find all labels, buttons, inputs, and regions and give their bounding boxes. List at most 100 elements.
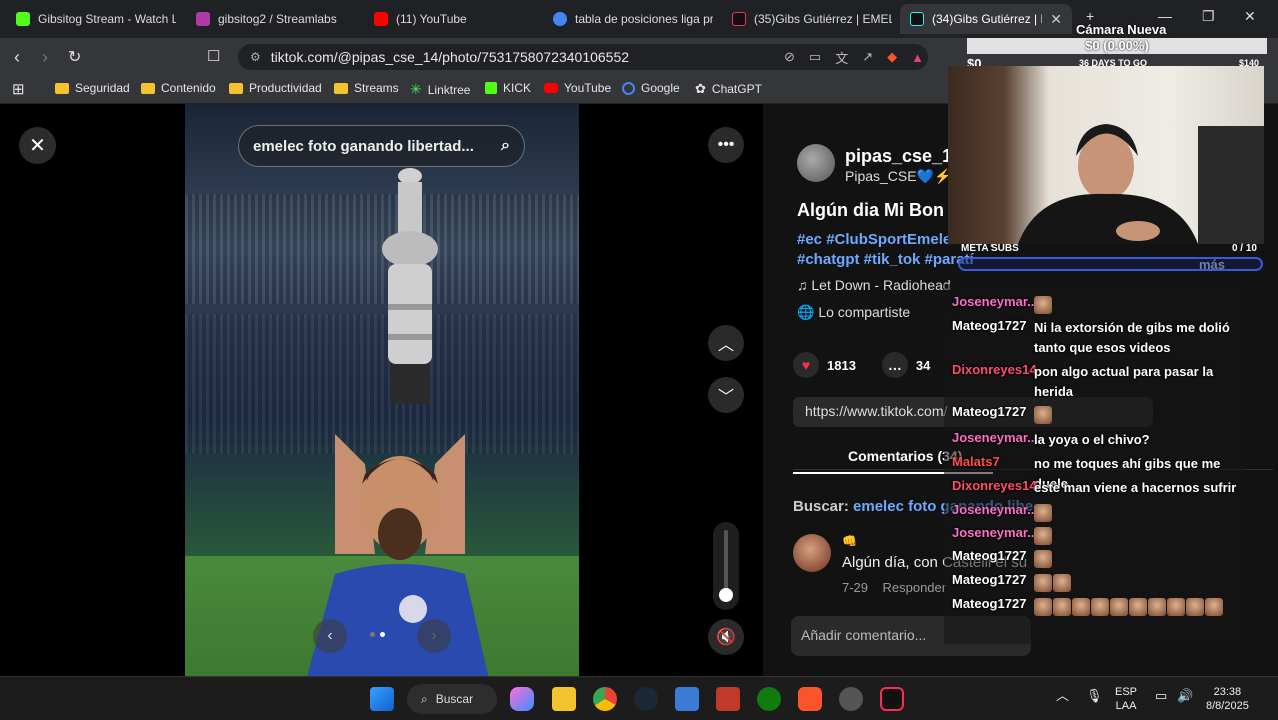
- chat-emote-icon: [1053, 573, 1071, 592]
- reply-link[interactable]: Responder: [882, 580, 946, 595]
- prev-post-button[interactable]: ︿: [708, 325, 744, 361]
- tab-google-search[interactable]: tabla de posiciones liga pr: [543, 4, 723, 34]
- close-viewer-button[interactable]: ✕: [19, 127, 56, 164]
- search-icon: ⌕: [501, 137, 510, 154]
- commenter-avatar[interactable]: [793, 534, 831, 572]
- back-icon[interactable]: ‹: [14, 47, 20, 68]
- author-username[interactable]: pipas_cse_14: [845, 146, 962, 167]
- xbox-icon[interactable]: [757, 687, 781, 711]
- bookmark-chatgpt[interactable]: ✿ ChatGPT: [695, 81, 762, 97]
- chrome-icon[interactable]: [593, 687, 617, 711]
- no-tracking-icon[interactable]: ⊘: [784, 49, 795, 65]
- carousel-prev-button[interactable]: ‹: [313, 619, 347, 653]
- brave-browser-icon[interactable]: [798, 687, 822, 711]
- bookmark-linktree[interactable]: ✳ Linktree: [410, 81, 470, 98]
- language-indicator[interactable]: ESP LAA: [1115, 685, 1137, 713]
- bookmark-folder-streams[interactable]: Streams: [334, 81, 399, 95]
- tab-streamlabs[interactable]: gibsitog2 / Streamlabs: [186, 4, 366, 34]
- chat-username[interactable]: Mateog1727: [952, 318, 1026, 333]
- tab-tiktok-1[interactable]: (35)Gibs Gutiérrez | EMELE: [722, 4, 902, 34]
- comment-count: 34: [915, 357, 931, 373]
- network-icon[interactable]: ▭: [1155, 689, 1167, 703]
- snipping-tool-icon[interactable]: [716, 687, 740, 711]
- volume-knob[interactable]: [719, 588, 733, 602]
- chevron-right-icon: ›: [431, 627, 437, 644]
- mute-button[interactable]: 🔇: [708, 619, 744, 655]
- obs-icon[interactable]: [839, 687, 863, 711]
- start-menu-icon[interactable]: [370, 687, 394, 711]
- comment-button[interactable]: … 34: [881, 352, 931, 378]
- photo-search-pill[interactable]: emelec foto ganando libertad... ⌕: [238, 125, 525, 167]
- avatar[interactable]: [797, 144, 835, 182]
- chat-username[interactable]: Dixonreyes14: [952, 362, 1037, 377]
- clock[interactable]: 23:38 8/8/2025: [1206, 685, 1249, 713]
- tiktok-app-icon[interactable]: [880, 687, 904, 711]
- translate-icon[interactable]: 文: [835, 48, 848, 67]
- heart-icon: ♥: [793, 352, 819, 378]
- chevron-up-icon[interactable]: ︿: [1056, 689, 1069, 703]
- calculator-icon[interactable]: [675, 687, 699, 711]
- tab-tiktok-active[interactable]: (34)Gibs Gutiérrez | EM ✕: [900, 4, 1072, 34]
- bookmark-kick[interactable]: KICK: [485, 81, 531, 95]
- related-search-prefix: Buscar:: [793, 498, 849, 515]
- tab-title: tabla de posiciones liga pr: [575, 12, 713, 26]
- volume-icon[interactable]: 🔊: [1177, 689, 1193, 703]
- bookmark-folder-contenido[interactable]: Contenido: [141, 81, 216, 95]
- site-info-icon[interactable]: ⚙: [250, 50, 261, 64]
- bookmark-google[interactable]: Google: [622, 81, 680, 95]
- subs-goal: META SUBS 0 / 10 más: [958, 243, 1263, 272]
- chat-username[interactable]: Malats7: [952, 454, 1000, 469]
- steam-icon[interactable]: [634, 687, 658, 711]
- chat-username[interactable]: Joseneymar...: [952, 294, 1038, 309]
- chat-text: la yoya o el chivo?: [1034, 432, 1150, 447]
- share-icon[interactable]: ↗: [862, 49, 873, 65]
- bookmark-folder-productividad[interactable]: Productividad: [229, 81, 322, 95]
- bookmark-folder-seguridad[interactable]: Seguridad: [55, 81, 130, 95]
- chat-emote-icon: [1167, 597, 1185, 616]
- chat-username[interactable]: Mateog1727: [952, 596, 1026, 611]
- trophy-image: [382, 168, 438, 404]
- post-caption: Algún dia Mi Bon: [797, 200, 944, 220]
- forward-icon[interactable]: ›: [42, 47, 48, 68]
- file-explorer-icon[interactable]: [552, 687, 576, 711]
- chat-username[interactable]: Mateog1727: [952, 572, 1026, 587]
- reload-icon[interactable]: ↻: [68, 47, 81, 67]
- copilot-icon[interactable]: [510, 687, 534, 711]
- close-window-icon[interactable]: ✕: [1244, 8, 1256, 25]
- post-photo[interactable]: emelec foto ganando libertad... ⌕ ‹ ›: [185, 104, 579, 676]
- like-button[interactable]: ♥ 1813: [793, 352, 856, 378]
- shared-indicator: 🌐 Lo compartiste: [797, 304, 910, 321]
- address-bar[interactable]: ⚙ tiktok.com/@pipas_cse_14/photo/7531758…: [238, 44, 928, 70]
- more-link[interactable]: más: [1199, 257, 1225, 272]
- bookmark-label: YouTube: [564, 81, 612, 95]
- chat-username[interactable]: Dixonreyes14: [952, 478, 1037, 493]
- tab-youtube[interactable]: (11) YouTube: [364, 4, 544, 34]
- more-options-button[interactable]: •••: [708, 127, 744, 163]
- next-post-button[interactable]: ﹀: [708, 377, 744, 413]
- music-link[interactable]: ♫ Let Down - Radiohead: [797, 277, 951, 293]
- close-tab-icon[interactable]: ✕: [1050, 11, 1062, 28]
- chat-username[interactable]: Joseneymar...: [952, 525, 1038, 540]
- bookmark-icon[interactable]: ☐: [207, 47, 220, 65]
- carousel-next-button[interactable]: ›: [417, 619, 451, 653]
- cast-icon[interactable]: ▭: [809, 49, 821, 65]
- apps-grid-icon[interactable]: ⊞: [12, 80, 25, 98]
- taskbar-search[interactable]: ⌕ Buscar: [407, 684, 497, 714]
- comment-date: 7-29: [842, 580, 869, 595]
- tab-kick-stream[interactable]: Gibsitog Stream - Watch Li: [6, 4, 186, 34]
- photo-search-query: emelec foto ganando libertad...: [253, 137, 474, 155]
- chevron-down-icon: ﹀: [717, 389, 734, 406]
- chat-text: [1034, 572, 1244, 592]
- brave-rewards-icon[interactable]: ▲: [911, 50, 924, 65]
- brave-shield-icon[interactable]: ◆: [887, 49, 897, 65]
- bookmark-label: Seguridad: [75, 81, 130, 95]
- chat-username[interactable]: Joseneymar...: [952, 430, 1038, 445]
- maximize-icon[interactable]: ❐: [1202, 8, 1215, 25]
- microphone-icon[interactable]: 🎙: [1086, 689, 1103, 703]
- chat-username[interactable]: Joseneymar...: [952, 502, 1038, 517]
- volume-slider[interactable]: [713, 522, 739, 610]
- chat-username[interactable]: Mateog1727: [952, 548, 1026, 563]
- chat-username[interactable]: Mateog1727: [952, 404, 1026, 419]
- bookmark-youtube[interactable]: YouTube: [544, 81, 611, 95]
- chat-emote-icon: [1034, 503, 1052, 522]
